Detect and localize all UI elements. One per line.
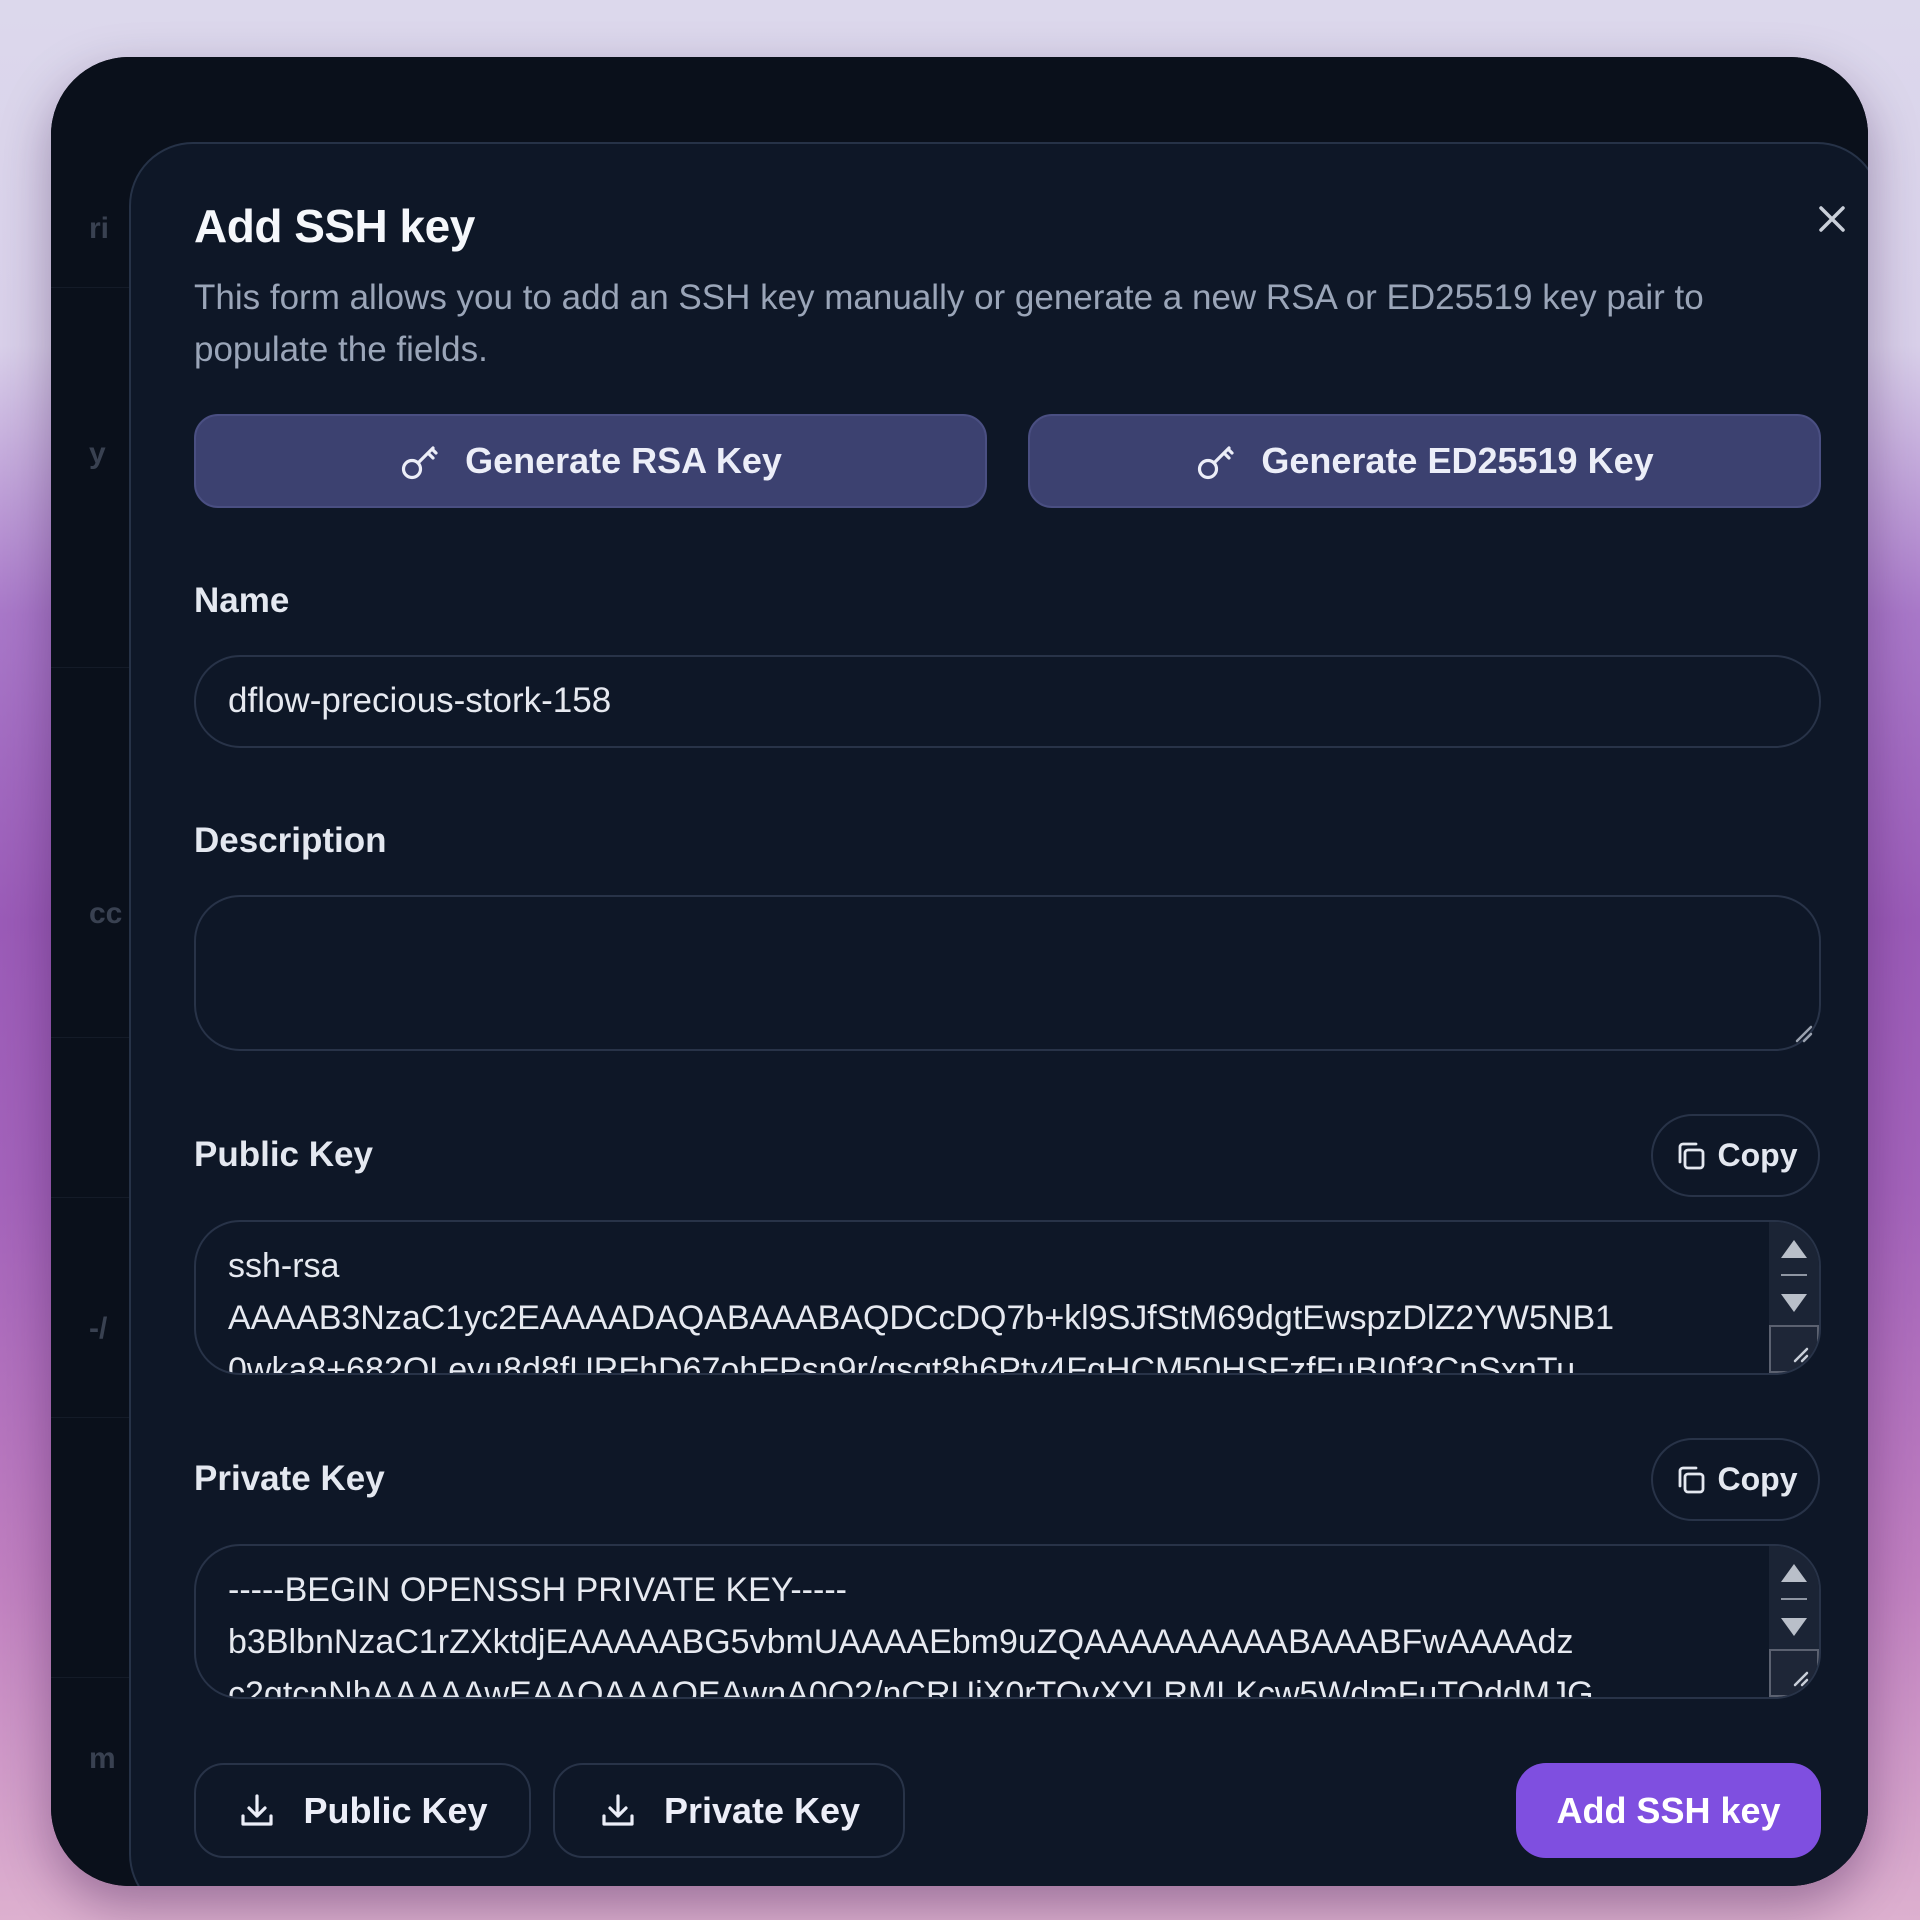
- name-input[interactable]: dflow-precious-stork-158: [194, 655, 1821, 748]
- dialog-title: Add SSH key: [194, 200, 475, 252]
- name-value: dflow-precious-stork-158: [228, 681, 612, 720]
- close-button[interactable]: [1797, 184, 1867, 254]
- private-key-line: b3BlbnNzaC1rZXktdjEAAAAABG5vbmUAAAAEbm9u…: [228, 1623, 1574, 1661]
- dialog-description: This form allows you to add an SSH key m…: [194, 278, 1704, 369]
- private-key-scrollbar[interactable]: [1769, 1546, 1819, 1697]
- resize-handle-icon: [1793, 1347, 1809, 1363]
- private-key-line: c2gtcnNhAAAAAwEAAQAAAQEAwnA0Q2/nCRUiX0rT…: [228, 1675, 1594, 1699]
- copy-icon: [1678, 1142, 1704, 1169]
- private-key-label: Private Key: [194, 1459, 385, 1498]
- public-key-line: 0wka8+682OLeyu8d8fURFhD67ohFPsn9r/qsqt8h…: [228, 1351, 1576, 1375]
- resize-handle[interactable]: [1769, 1325, 1819, 1373]
- resize-handle-icon: [1793, 1671, 1809, 1687]
- scroll-up-arrow-icon[interactable]: [1781, 1564, 1807, 1582]
- download-private-key-label: Private Key: [663, 1789, 861, 1831]
- private-key-text: -----BEGIN OPENSSH PRIVATE KEY----- b3Bl…: [228, 1564, 1729, 1699]
- public-key-label: Public Key: [194, 1135, 373, 1174]
- public-key-line: ssh-rsa: [228, 1247, 340, 1285]
- device-frame: ri y cc -/ m Add SSH key This form allow…: [51, 57, 1868, 1886]
- generate-rsa-label: Generate RSA Key: [465, 440, 782, 481]
- add-ssh-key-dialog: Add SSH key This form allows you to add …: [129, 142, 1868, 1886]
- close-icon: [1819, 206, 1845, 232]
- copy-label: Copy: [1717, 1461, 1798, 1497]
- download-private-key-button[interactable]: Private Key: [553, 1763, 905, 1858]
- generate-rsa-button[interactable]: Generate RSA Key: [194, 414, 987, 508]
- copy-public-key-button[interactable]: Copy: [1651, 1114, 1820, 1197]
- scroll-up-arrow-icon[interactable]: [1781, 1240, 1807, 1258]
- public-key-text: ssh-rsa AAAAB3NzaC1yc2EAAAADAQABAAABAQDC…: [228, 1240, 1729, 1375]
- key-icon: [401, 446, 438, 480]
- description-textarea[interactable]: [194, 895, 1821, 1051]
- scroll-down-arrow-icon[interactable]: [1781, 1618, 1807, 1636]
- name-label: Name: [194, 581, 290, 620]
- download-public-key-button[interactable]: Public Key: [194, 1763, 531, 1858]
- description-label: Description: [194, 821, 387, 860]
- key-icon: [1198, 446, 1234, 480]
- download-icon: [241, 1793, 274, 1826]
- generate-ed25519-button[interactable]: Generate ED25519 Key: [1028, 414, 1821, 508]
- public-key-scrollbar[interactable]: [1769, 1222, 1819, 1373]
- add-ssh-key-button[interactable]: Add SSH key: [1516, 1763, 1821, 1858]
- copy-label: Copy: [1717, 1137, 1798, 1173]
- public-key-textarea[interactable]: ssh-rsa AAAAB3NzaC1yc2EAAAADAQABAAABAQDC…: [194, 1220, 1821, 1375]
- download-public-key-label: Public Key: [303, 1789, 488, 1831]
- private-key-textarea[interactable]: -----BEGIN OPENSSH PRIVATE KEY----- b3Bl…: [194, 1544, 1821, 1699]
- public-key-line: AAAAB3NzaC1yc2EAAAADAQABAAABAQDCcDQ7b+kl…: [228, 1299, 1615, 1337]
- scroll-down-arrow-icon[interactable]: [1781, 1294, 1807, 1312]
- download-icon: [602, 1793, 634, 1826]
- private-key-line: -----BEGIN OPENSSH PRIVATE KEY-----: [228, 1571, 847, 1609]
- resize-handle-icon[interactable]: [1789, 1019, 1815, 1045]
- resize-handle[interactable]: [1769, 1649, 1819, 1697]
- copy-private-key-button[interactable]: Copy: [1651, 1438, 1820, 1521]
- generate-ed25519-label: Generate ED25519 Key: [1261, 440, 1654, 481]
- copy-icon: [1678, 1466, 1704, 1493]
